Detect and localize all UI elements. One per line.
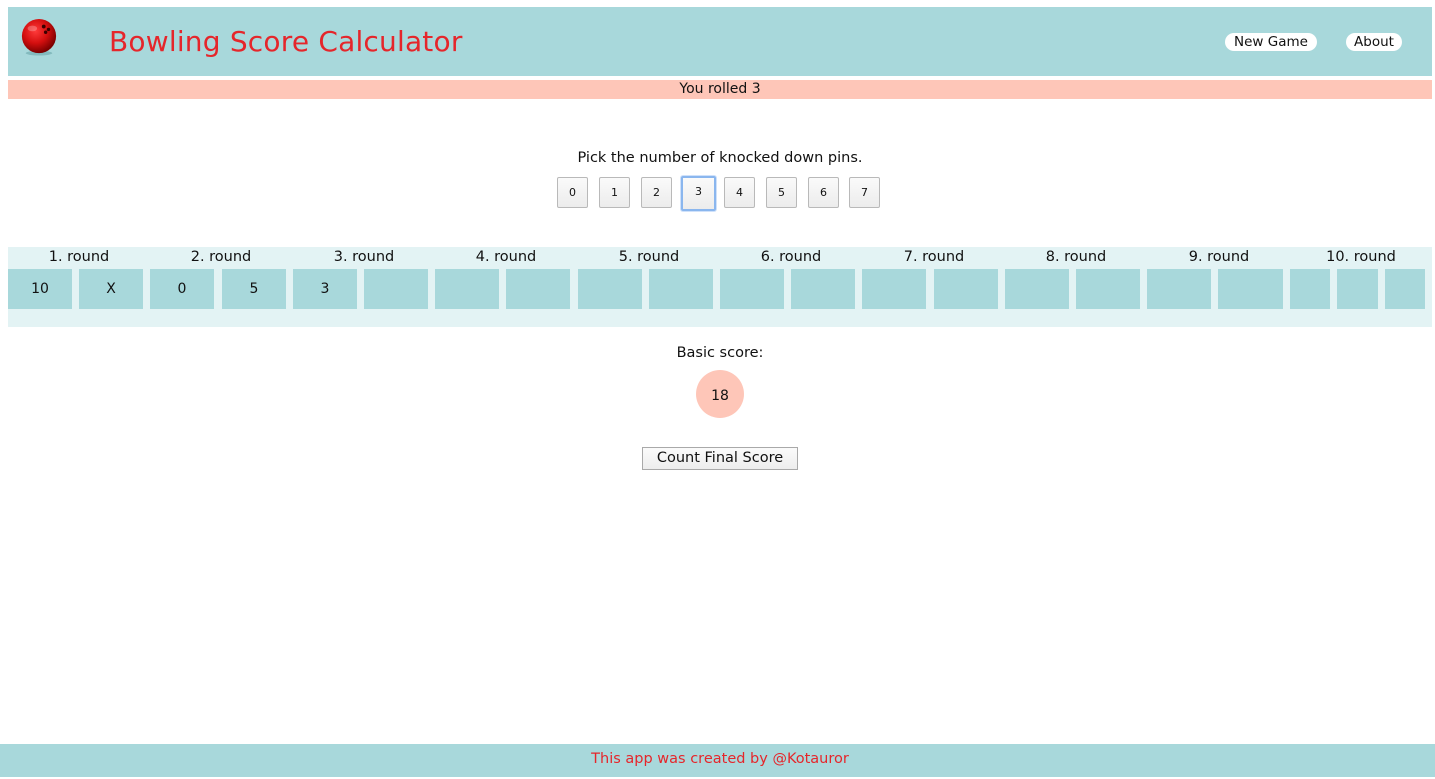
roll-box: 0: [150, 269, 214, 309]
footer-text: This app was created by @Kotauror: [591, 751, 849, 767]
roll-box: [1076, 269, 1140, 309]
round-label-2: 2. round: [190, 249, 252, 265]
roll-box: 5: [222, 269, 286, 309]
roll-box: 3: [293, 269, 357, 309]
pin-picker-label: Pick the number of knocked down pins.: [577, 150, 863, 166]
round-label-10: 10. round: [1326, 249, 1396, 265]
round-label-7: 7. round: [903, 249, 965, 265]
roll-box: [578, 269, 642, 309]
basic-score-label: Basic score:: [676, 345, 764, 361]
roll-box: [364, 269, 428, 309]
pin-button-5[interactable]: 5: [766, 177, 797, 208]
roll-box: [1005, 269, 1069, 309]
basic-score-value: 18: [696, 370, 744, 418]
pin-button-6[interactable]: 6: [808, 177, 839, 208]
roll-box: [435, 269, 499, 309]
roll-box: [1385, 269, 1425, 309]
round-label-3: 3. round: [333, 249, 395, 265]
roll-box: [1290, 269, 1330, 309]
roll-box: [934, 269, 998, 309]
round-label-8: 8. round: [1045, 249, 1107, 265]
roll-box: [1337, 269, 1378, 309]
status-message: You rolled 3: [8, 80, 1432, 99]
pin-button-1[interactable]: 1: [599, 177, 630, 208]
roll-box: 10: [8, 269, 72, 309]
pin-button-4[interactable]: 4: [724, 177, 755, 208]
score-board: 1. round 2. round 3. round 4. round 5. r…: [8, 247, 1432, 327]
roll-box: [649, 269, 713, 309]
about-button[interactable]: About: [1346, 33, 1402, 51]
roll-box: [1218, 269, 1283, 309]
pin-button-3[interactable]: 3: [681, 176, 716, 211]
roll-box: [791, 269, 855, 309]
bowling-ball-icon: [21, 18, 57, 56]
pin-button-7[interactable]: 7: [849, 177, 880, 208]
roll-box: [506, 269, 570, 309]
pin-button-0[interactable]: 0: [557, 177, 588, 208]
roll-box: X: [79, 269, 143, 309]
app-title: Bowling Score Calculator: [109, 25, 463, 58]
new-game-button[interactable]: New Game: [1225, 33, 1317, 51]
round-label-6: 6. round: [760, 249, 822, 265]
footer: This app was created by @Kotauror: [0, 744, 1435, 777]
roll-box: [1147, 269, 1211, 309]
pin-button-2[interactable]: 2: [641, 177, 672, 208]
round-label-1: 1. round: [48, 249, 110, 265]
round-label-4: 4. round: [475, 249, 537, 265]
count-final-score-button[interactable]: Count Final Score: [642, 447, 798, 470]
app-header: Bowling Score Calculator New Game About: [8, 7, 1432, 76]
roll-box: [862, 269, 926, 309]
roll-box: [720, 269, 784, 309]
round-label-5: 5. round: [618, 249, 680, 265]
round-label-9: 9. round: [1188, 249, 1250, 265]
